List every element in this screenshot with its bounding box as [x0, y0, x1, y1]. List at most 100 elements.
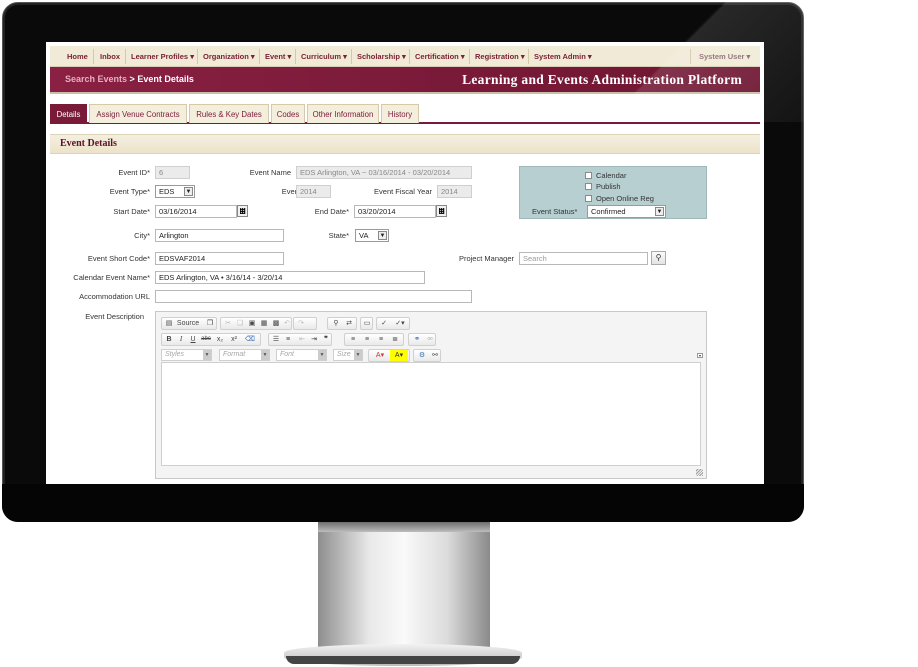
menu-system-admin[interactable]: System Admin ▾ — [534, 46, 592, 67]
menu-learner-profiles[interactable]: Learner Profiles ▾ — [131, 46, 194, 67]
end-date-label: End Date* — [314, 207, 349, 216]
spellcheck-icon[interactable]: ✓ — [378, 318, 390, 329]
undo-icon[interactable]: ↶ — [283, 318, 291, 329]
calendar-icon[interactable] — [237, 205, 248, 217]
start-date-label: Start Date* — [113, 207, 150, 216]
chevron-down-icon: ▾ — [188, 52, 194, 61]
chevron-down-icon: ▼ — [203, 350, 211, 360]
open-online-reg-checkbox[interactable] — [585, 195, 592, 202]
source-button[interactable]: Source — [173, 318, 203, 329]
accommodation-url-field[interactable] — [155, 290, 472, 303]
tab-other-information[interactable]: Other Information — [307, 104, 379, 123]
remove-format-icon[interactable]: ⌫ — [244, 334, 256, 345]
chevron-down-icon: ▼ — [318, 350, 326, 360]
city-field[interactable]: Arlington — [155, 229, 284, 242]
tab-rules-key-dates[interactable]: Rules & Key Dates — [189, 104, 269, 123]
menu-curriculum[interactable]: Curriculum ▾ — [301, 46, 347, 67]
font-dropdown[interactable]: Font ▼ — [276, 349, 327, 361]
menu-inbox[interactable]: Inbox — [100, 46, 120, 67]
toolbar-group-clipboard: ✂ ❏ ▣ ▦ ▩ ↶ — [220, 317, 292, 330]
align-right-icon[interactable]: ≡ — [375, 334, 387, 345]
publish-checkbox-label: Publish — [596, 182, 621, 191]
menu-user[interactable]: System User ▾ — [699, 46, 750, 67]
tab-history[interactable]: History — [381, 104, 419, 123]
size-dropdown[interactable]: Size ▼ — [333, 349, 363, 361]
chevron-down-icon: ▾ — [458, 52, 465, 61]
calendar-event-name-field[interactable]: EDS Arlington, VA • 3/16/14 - 3/20/14 — [155, 271, 425, 284]
toolbar-group-links: ⚭ ⚮ — [408, 333, 436, 346]
start-date-field[interactable]: 03/16/2014 — [155, 205, 237, 218]
event-type-select[interactable]: EDS ▼ — [155, 185, 195, 198]
underline-icon[interactable]: U — [188, 334, 198, 345]
outdent-icon[interactable]: ⇤ — [297, 334, 307, 345]
resize-grip-icon[interactable] — [696, 469, 703, 476]
styles-dropdown[interactable]: Styles ▼ — [161, 349, 212, 361]
description-editor-area[interactable] — [161, 362, 701, 466]
breadcrumb-separator: > — [127, 74, 138, 84]
menu-event[interactable]: Event ▾ — [265, 46, 291, 67]
collapse-toolbar-icon[interactable]: ▾ — [697, 353, 703, 358]
fiscal-year-field: 2014 — [437, 185, 472, 198]
maximize-icon[interactable]: ⚙ — [416, 350, 428, 361]
accommodation-url-label: Accommodation URL — [79, 292, 150, 301]
numbered-list-icon[interactable]: ☰ — [271, 334, 281, 345]
chevron-down-icon: ▼ — [655, 207, 664, 216]
replace-icon[interactable]: ⇄ — [343, 318, 355, 329]
chevron-down-icon: ▾ — [585, 52, 592, 61]
show-blocks-icon[interactable]: ⚯ — [429, 350, 441, 361]
preview-icon[interactable]: ❐ — [205, 318, 215, 329]
bold-icon[interactable]: B — [164, 334, 174, 345]
calendar-icon[interactable] — [436, 205, 447, 217]
breadcrumb-link-search-events[interactable]: Search Events — [65, 74, 127, 84]
superscript-icon[interactable]: x² — [228, 334, 240, 345]
tab-codes[interactable]: Codes — [271, 104, 305, 123]
redo-icon[interactable]: ↷ — [296, 318, 306, 329]
link-icon[interactable]: ⚭ — [411, 334, 423, 345]
cut-icon[interactable]: ✂ — [223, 318, 233, 329]
background-color-icon[interactable]: A▾ — [390, 350, 408, 361]
blockquote-icon[interactable]: ❞ — [321, 334, 331, 345]
menu-certification[interactable]: Certification ▾ — [415, 46, 465, 67]
bullet-list-icon[interactable]: ≡ — [283, 334, 293, 345]
strikethrough-icon[interactable]: abc — [200, 334, 212, 345]
unlink-icon[interactable]: ⚮ — [424, 334, 436, 345]
toolbar-group-document: ▤ Source ❐ — [161, 317, 217, 330]
align-center-icon[interactable]: ≡ — [361, 334, 373, 345]
paste-text-icon[interactable]: ▦ — [259, 318, 269, 329]
event-status-select[interactable]: Confirmed ▼ — [587, 205, 666, 218]
event-year-field: 2014 — [296, 185, 331, 198]
menu-scholarship[interactable]: Scholarship ▾ — [357, 46, 406, 67]
chevron-down-icon: ▾ — [248, 52, 255, 61]
paste-word-icon[interactable]: ▩ — [271, 318, 281, 329]
project-manager-label: Project Manager — [458, 254, 514, 263]
text-color-icon[interactable]: A▾ — [371, 350, 389, 361]
menu-registration[interactable]: Registration ▾ — [475, 46, 525, 67]
main-menu-bar: Home Inbox Learner Profiles ▾ Organizati… — [50, 46, 760, 67]
publish-checkbox[interactable] — [585, 183, 592, 190]
project-manager-search-input[interactable]: Search — [519, 252, 648, 265]
state-select[interactable]: VA ▼ — [355, 229, 389, 242]
select-all-icon[interactable]: ▭ — [362, 318, 372, 329]
tab-details[interactable]: Details — [50, 104, 87, 123]
tab-assign-venue-contracts[interactable]: Assign Venue Contracts — [89, 104, 187, 123]
align-justify-icon[interactable]: ≣ — [389, 334, 401, 345]
italic-icon[interactable]: I — [176, 334, 186, 345]
paste-icon[interactable]: ▣ — [247, 318, 257, 329]
scayt-icon[interactable]: ✓▾ — [391, 318, 409, 329]
end-date-field[interactable]: 03/20/2014 — [354, 205, 436, 218]
menu-home[interactable]: Home — [67, 46, 88, 67]
search-icon[interactable]: ⚲ — [651, 251, 666, 265]
subscript-icon[interactable]: x₂ — [214, 334, 226, 345]
menu-organization[interactable]: Organization ▾ — [203, 46, 255, 67]
indent-icon[interactable]: ⇥ — [309, 334, 319, 345]
copy-icon[interactable]: ❏ — [235, 318, 245, 329]
toolbar-group-find: ⚲ ⇄ — [327, 317, 357, 330]
align-left-icon[interactable]: ≡ — [347, 334, 359, 345]
apple-logo-icon — [393, 491, 413, 513]
calendar-checkbox[interactable] — [585, 172, 592, 179]
format-dropdown[interactable]: Format ▼ — [219, 349, 270, 361]
find-icon[interactable]: ⚲ — [330, 318, 342, 329]
calendar-event-name-label: Calendar Event Name* — [73, 273, 150, 282]
event-description-label: Event Description — [85, 312, 144, 321]
short-code-field[interactable]: EDSVAF2014 — [155, 252, 284, 265]
